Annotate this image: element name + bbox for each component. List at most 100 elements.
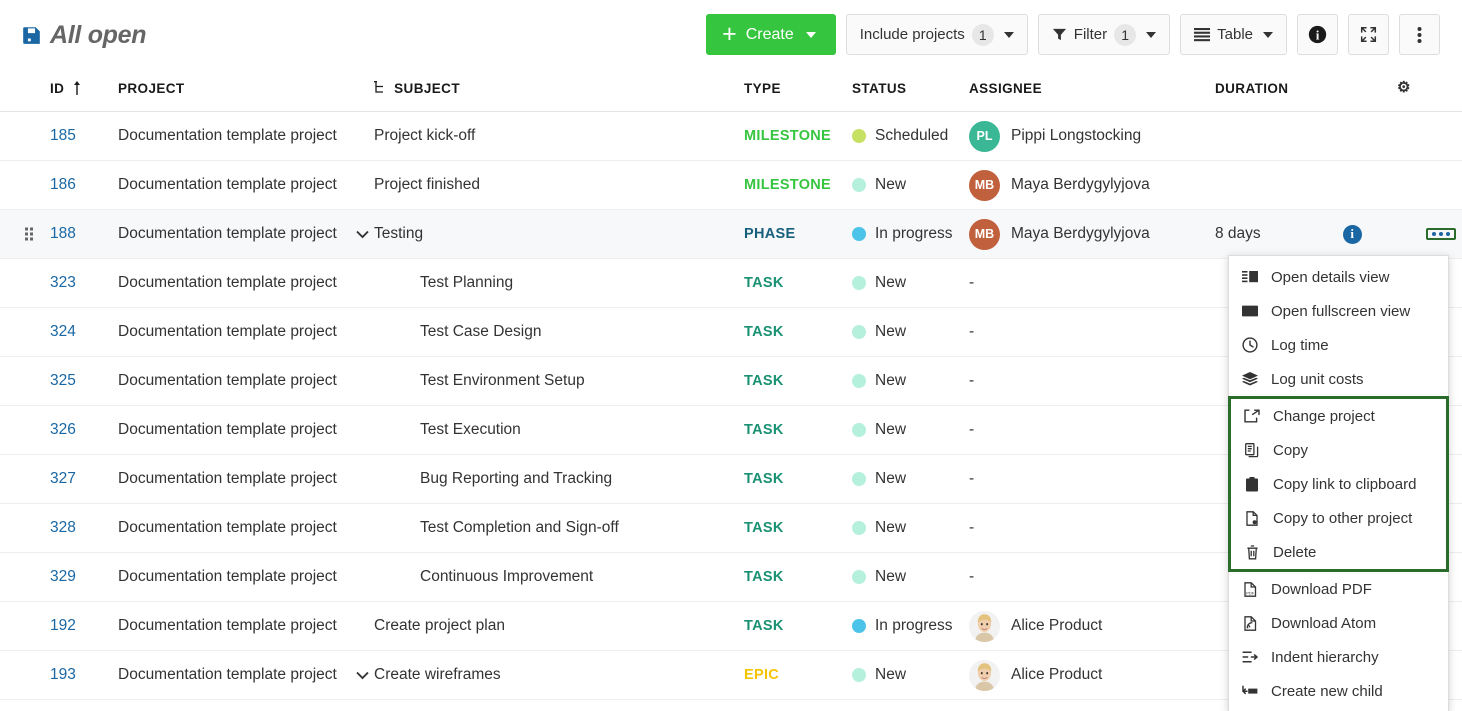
row-type-cell[interactable]: TASK: [744, 259, 852, 308]
row-id-cell[interactable]: 192: [0, 602, 118, 651]
row-context-menu[interactable]: Open details viewOpen fullscreen viewLog…: [1228, 255, 1449, 711]
row-id-link[interactable]: 329: [50, 568, 76, 585]
row-assignee-cell[interactable]: PLPippi Longstocking: [969, 112, 1215, 161]
row-id-link[interactable]: 325: [50, 372, 76, 389]
column-header-type[interactable]: TYPE: [744, 78, 852, 112]
row-subject-cell[interactable]: Test Execution: [374, 406, 744, 455]
duration-info-icon[interactable]: i: [1343, 225, 1362, 244]
column-header-id[interactable]: ID: [0, 78, 118, 112]
row-subject-cell[interactable]: Create project plan: [374, 602, 744, 651]
include-projects-button[interactable]: Include projects 1: [846, 14, 1028, 55]
column-header-project[interactable]: PROJECT: [118, 78, 374, 112]
row-subject-cell[interactable]: Testing: [374, 210, 744, 259]
row-assignee-cell[interactable]: -: [969, 308, 1215, 357]
row-status-cell[interactable]: New: [852, 357, 969, 406]
row-status-cell[interactable]: New: [852, 308, 969, 357]
row-type-cell[interactable]: EPIC: [744, 651, 852, 700]
row-subject-cell[interactable]: Project finished: [374, 161, 744, 210]
row-more-menu-button[interactable]: [1426, 228, 1456, 240]
table-row[interactable]: 185Documentation template projectProject…: [0, 112, 1462, 161]
row-id-cell[interactable]: 188: [0, 210, 118, 259]
row-assignee-cell[interactable]: Alice Product: [969, 602, 1215, 651]
row-assignee-cell[interactable]: -: [969, 406, 1215, 455]
column-header-assignee[interactable]: ASSIGNEE: [969, 78, 1215, 112]
fullscreen-button[interactable]: [1348, 14, 1389, 55]
column-header-status[interactable]: STATUS: [852, 78, 969, 112]
row-type-cell[interactable]: TASK: [744, 553, 852, 602]
row-subject-cell[interactable]: Test Completion and Sign-off: [374, 504, 744, 553]
row-id-link[interactable]: 186: [50, 176, 76, 193]
column-header-duration[interactable]: DURATION: [1215, 78, 1397, 112]
context-menu-item-copy[interactable]: Copy: [1231, 433, 1446, 467]
row-subject-cell[interactable]: Project kick-off: [374, 112, 744, 161]
row-subject-cell[interactable]: Create wireframes: [374, 651, 744, 700]
row-id-cell[interactable]: 323: [0, 259, 118, 308]
context-menu-item-download-atom[interactable]: Download Atom: [1229, 606, 1448, 640]
row-status-cell[interactable]: New: [852, 504, 969, 553]
column-settings-button[interactable]: ⚙: [1397, 78, 1462, 112]
row-type-cell[interactable]: TASK: [744, 357, 852, 406]
table-row[interactable]: 186Documentation template projectProject…: [0, 161, 1462, 210]
context-menu-item-create-new-child[interactable]: Create new child: [1229, 674, 1448, 708]
row-subject-cell[interactable]: Test Environment Setup: [374, 357, 744, 406]
row-id-link[interactable]: 323: [50, 274, 76, 291]
row-id-cell[interactable]: 327: [0, 455, 118, 504]
row-id-link[interactable]: 188: [50, 225, 76, 242]
row-subject-cell[interactable]: Bug Reporting and Tracking: [374, 455, 744, 504]
row-id-cell[interactable]: 193: [0, 651, 118, 700]
row-status-cell[interactable]: Scheduled: [852, 112, 969, 161]
chevron-down-icon[interactable]: [352, 230, 372, 239]
row-type-cell[interactable]: TASK: [744, 308, 852, 357]
context-menu-item-delete[interactable]: Delete: [1231, 535, 1446, 569]
row-status-cell[interactable]: In progress: [852, 210, 969, 259]
row-assignee-cell[interactable]: -: [969, 357, 1215, 406]
row-id-link[interactable]: 185: [50, 127, 76, 144]
row-duration-cell[interactable]: 8 daysi: [1215, 210, 1397, 259]
row-id-cell[interactable]: 186: [0, 161, 118, 210]
row-duration-cell[interactable]: [1215, 161, 1397, 210]
context-menu-item-open-details-view[interactable]: Open details view: [1229, 260, 1448, 294]
row-status-cell[interactable]: New: [852, 553, 969, 602]
row-assignee-cell[interactable]: MBMaya Berdygylyjova: [969, 161, 1215, 210]
row-id-link[interactable]: 192: [50, 617, 76, 634]
row-id-link[interactable]: 326: [50, 421, 76, 438]
context-menu-item-indent-hierarchy[interactable]: Indent hierarchy: [1229, 640, 1448, 674]
info-button[interactable]: i: [1297, 14, 1338, 55]
context-menu-item-log-time[interactable]: Log time: [1229, 328, 1448, 362]
row-assignee-cell[interactable]: Alice Product: [969, 651, 1215, 700]
context-menu-item-log-unit-costs[interactable]: Log unit costs: [1229, 362, 1448, 396]
row-assignee-cell[interactable]: -: [969, 259, 1215, 308]
row-id-cell[interactable]: 328: [0, 504, 118, 553]
row-type-cell[interactable]: MILESTONE: [744, 161, 852, 210]
context-menu-item-copy-link-to-clipboard[interactable]: Copy link to clipboard: [1231, 467, 1446, 501]
context-menu-item-copy-to-other-project[interactable]: Copy to other project: [1231, 501, 1446, 535]
row-status-cell[interactable]: New: [852, 455, 969, 504]
filter-button[interactable]: Filter 1: [1038, 14, 1170, 55]
row-type-cell[interactable]: PHASE: [744, 210, 852, 259]
row-type-cell[interactable]: TASK: [744, 406, 852, 455]
row-type-cell[interactable]: TASK: [744, 602, 852, 651]
row-id-cell[interactable]: 325: [0, 357, 118, 406]
row-status-cell[interactable]: New: [852, 406, 969, 455]
row-subject-cell[interactable]: Test Planning: [374, 259, 744, 308]
row-assignee-cell[interactable]: -: [969, 455, 1215, 504]
row-id-link[interactable]: 327: [50, 470, 76, 487]
table-row[interactable]: 188Documentation template projectTesting…: [0, 210, 1462, 259]
row-assignee-cell[interactable]: -: [969, 553, 1215, 602]
context-menu-item-open-fullscreen-view[interactable]: Open fullscreen view: [1229, 294, 1448, 328]
row-id-cell[interactable]: 326: [0, 406, 118, 455]
row-assignee-cell[interactable]: -: [969, 504, 1215, 553]
row-type-cell[interactable]: MILESTONE: [744, 112, 852, 161]
row-status-cell[interactable]: New: [852, 651, 969, 700]
row-id-cell[interactable]: 329: [0, 553, 118, 602]
row-assignee-cell[interactable]: MBMaya Berdygylyjova: [969, 210, 1215, 259]
context-menu-item-change-project[interactable]: Change project: [1231, 399, 1446, 433]
table-view-button[interactable]: Table: [1180, 14, 1287, 55]
row-duration-cell[interactable]: [1215, 112, 1397, 161]
row-subject-cell[interactable]: Continuous Improvement: [374, 553, 744, 602]
row-status-cell[interactable]: New: [852, 161, 969, 210]
row-id-cell[interactable]: 324: [0, 308, 118, 357]
row-id-link[interactable]: 328: [50, 519, 76, 536]
row-status-cell[interactable]: In progress: [852, 602, 969, 651]
row-status-cell[interactable]: New: [852, 259, 969, 308]
